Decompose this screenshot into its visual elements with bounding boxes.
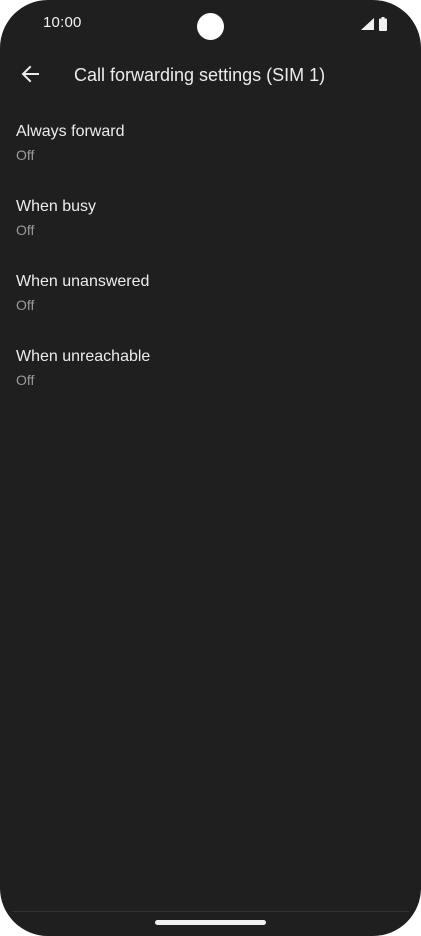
setting-title: Always forward — [16, 123, 125, 140]
phone-screen: 10:00 Call forwarding settings (SIM 1) A… — [0, 0, 421, 936]
app-bar: Call forwarding settings (SIM 1) — [0, 52, 421, 100]
status-icons — [361, 17, 387, 31]
setting-summary: Off — [16, 222, 35, 238]
page-title: Call forwarding settings (SIM 1) — [74, 65, 326, 85]
setting-title: When unanswered — [16, 273, 150, 290]
status-time: 10:00 — [43, 14, 82, 31]
status-bar: 10:00 — [0, 0, 421, 48]
camera-cutout — [197, 13, 224, 40]
setting-summary: Off — [16, 372, 35, 388]
signal-icon — [361, 18, 374, 30]
setting-item-always-forward[interactable]: Always forward Off — [0, 112, 421, 187]
back-button[interactable] — [10, 56, 50, 96]
setting-summary: Off — [16, 297, 35, 313]
setting-title: When busy — [16, 198, 97, 215]
setting-title: When unreachable — [16, 348, 151, 365]
arrow-back-icon — [21, 65, 39, 88]
settings-list: Always forward Off When busy Off When un… — [0, 112, 421, 412]
setting-item-when-unanswered[interactable]: When unanswered Off — [0, 262, 421, 337]
home-indicator[interactable] — [155, 920, 266, 925]
nav-divider — [12, 911, 409, 912]
battery-icon — [379, 17, 387, 31]
setting-summary: Off — [16, 147, 35, 163]
setting-item-when-busy[interactable]: When busy Off — [0, 187, 421, 262]
setting-item-when-unreachable[interactable]: When unreachable Off — [0, 337, 421, 412]
